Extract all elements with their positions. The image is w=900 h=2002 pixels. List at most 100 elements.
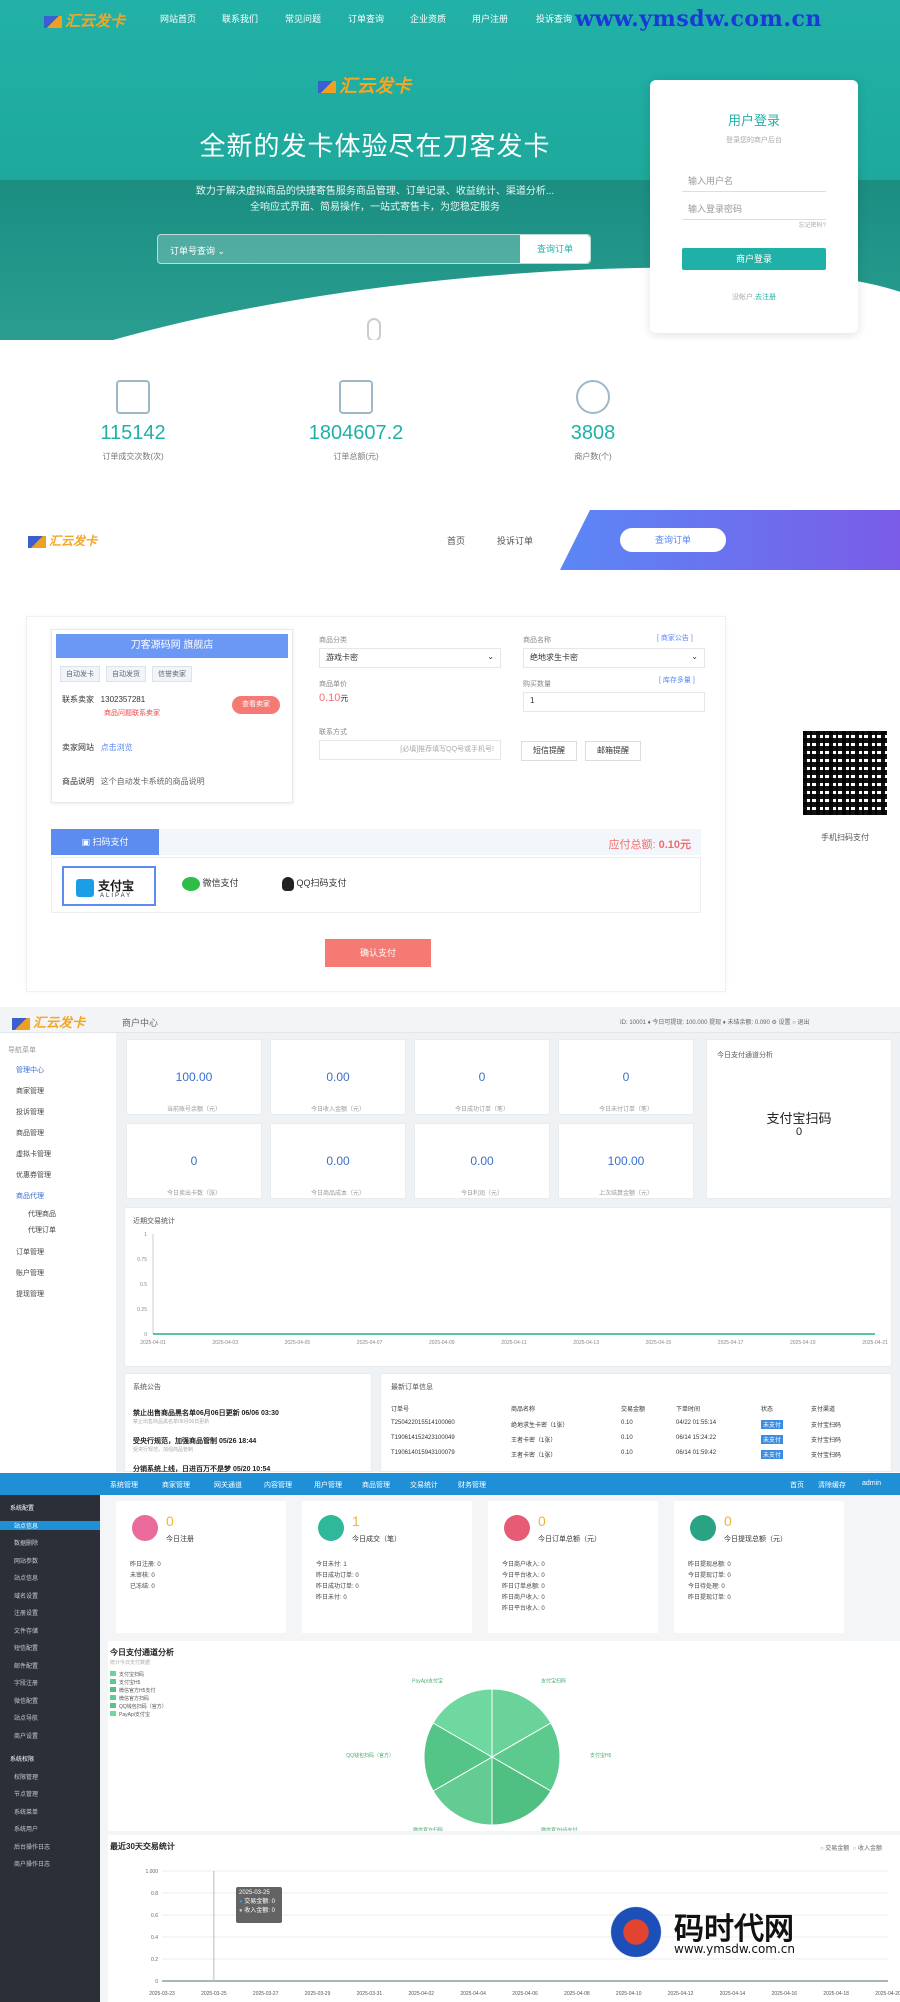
shop-nav-complain[interactable]: 投诉订单 <box>497 534 533 547</box>
contact-method-input[interactable]: [必填]推荐填写QQ号或手机号! <box>319 740 501 760</box>
menu-complaint[interactable]: 投诉管理 <box>16 1107 44 1117</box>
menu-coupons[interactable]: 优惠券管理 <box>16 1170 51 1180</box>
sidebar-item[interactable]: 短信配置 <box>14 1643 38 1652</box>
merchant-login-button[interactable]: 商户登录 <box>682 248 826 270</box>
menu-shop[interactable]: 商家管理 <box>16 1086 44 1096</box>
admin-menu-system[interactable]: 系统管理 <box>110 1480 138 1490</box>
sidebar-item[interactable]: 权限管理 <box>14 1772 38 1781</box>
admin-menu-finance[interactable]: 财务管理 <box>458 1480 486 1490</box>
menu-agency-goods[interactable]: 代理商品 <box>28 1209 56 1219</box>
nav-faq[interactable]: 常见问题 <box>285 12 321 25</box>
menu-agency-orders[interactable]: 代理订单 <box>28 1225 56 1235</box>
quantity-input[interactable]: 1 <box>523 692 705 712</box>
register-link[interactable]: 去注册 <box>755 294 776 301</box>
admin-menu-gateway[interactable]: 网关通道 <box>214 1480 242 1490</box>
menu-orders[interactable]: 订单管理 <box>16 1247 44 1257</box>
username-input[interactable]: 输入用户名 <box>682 170 826 192</box>
merchant-center: 汇云发卡 商户中心 ID: 10001 ♦ 今日可提现: 100.000 提现 … <box>0 1007 900 1472</box>
sidebar-item[interactable]: 后台操作日志 <box>14 1842 50 1851</box>
nav-qualification[interactable]: 企业资质 <box>410 12 446 25</box>
wechat-option[interactable]: 微信支付 <box>182 876 239 891</box>
query-order-button[interactable]: 查询订单 <box>520 235 590 263</box>
admin-menu-stats[interactable]: 交易统计 <box>410 1480 438 1490</box>
merchant-header-info: ID: 10001 ♦ 今日可提现: 100.000 提现 ♦ 未结余额: 0.… <box>620 1020 810 1026</box>
sidebar-item[interactable]: 系统用户 <box>14 1824 38 1833</box>
x-tick-label: 2025-04-01 <box>140 1340 166 1346</box>
x-tick-label: 2025-04-07 <box>357 1340 383 1346</box>
nav-complaint[interactable]: 投诉查询 <box>536 12 572 25</box>
menu-account[interactable]: 账户管理 <box>16 1268 44 1278</box>
forgot-password-link[interactable]: 忘记密码? <box>799 220 826 229</box>
nav-order-query[interactable]: 订单查询 <box>348 12 384 25</box>
notice-item[interactable]: 禁止出售商品黑名单06月06日更新 06/06 03:30 <box>133 1408 279 1418</box>
nav-home[interactable]: 网站首页 <box>160 12 196 25</box>
admin-user-menu[interactable]: admin <box>862 1480 881 1487</box>
admin-home-link[interactable]: 首页 <box>790 1480 804 1490</box>
shop-nav-home[interactable]: 首页 <box>447 534 465 547</box>
sidebar-item[interactable]: 系统菜单 <box>14 1807 38 1816</box>
admin-menu-content[interactable]: 内容管理 <box>264 1480 292 1490</box>
sidebar-group[interactable]: 系统配置 <box>10 1503 34 1512</box>
qq-option[interactable]: QQ扫码支付 <box>282 876 347 891</box>
price-value: 0.10元 <box>319 692 349 704</box>
sidebar-item[interactable]: 数据删除 <box>14 1538 38 1547</box>
shop-query-order-button[interactable]: 查询订单 <box>620 528 726 552</box>
menu-dashboard[interactable]: 管理中心 <box>16 1065 44 1075</box>
admin-menu-goods[interactable]: 商品管理 <box>362 1480 390 1490</box>
merchant-logo[interactable]: 汇云发卡 <box>12 1012 85 1031</box>
sidebar-item[interactable]: 字段注册 <box>14 1678 38 1687</box>
product-select[interactable]: 绝地求生卡密 ⌄ <box>523 648 705 668</box>
payment-methods: 支付宝 ALIPAY 微信支付 QQ扫码支付 <box>51 857 701 913</box>
table-cell: 绝地求生卡密（1张） <box>511 1423 569 1429</box>
sidebar-item[interactable]: 网站参数 <box>14 1556 38 1565</box>
sidebar-item[interactable]: 站点导航 <box>14 1713 38 1722</box>
sidebar-item[interactable]: 站点信息 <box>14 1573 38 1582</box>
email-reminder-button[interactable]: 邮箱提醒 <box>585 741 641 761</box>
sidebar-item[interactable]: 节点管理 <box>14 1789 38 1798</box>
users-icon <box>576 380 610 414</box>
search-type-select[interactable]: 订单号查询 ⌄ <box>170 244 225 257</box>
password-input[interactable]: 输入登录密码 <box>682 198 826 220</box>
notice-item[interactable]: 分销系统上线，日进百万不是梦 05/20 10:54 <box>133 1464 270 1472</box>
mobile-pay-qr-code <box>803 731 887 815</box>
stat-line: 昨日成功订单: 0 <box>316 1573 359 1579</box>
confirm-pay-button[interactable]: 确认支付 <box>325 939 431 967</box>
admin-menu-merchant[interactable]: 商家管理 <box>162 1480 190 1490</box>
sidebar-item[interactable]: 站点信息 <box>0 1520 100 1530</box>
site-link[interactable]: 点击浏览 <box>101 743 133 752</box>
stat-title: 今日提现总额（元） <box>724 1536 787 1543</box>
shop-logo[interactable]: 汇云发卡 <box>28 532 97 549</box>
stat-icon <box>504 1515 530 1541</box>
notice-item[interactable]: 受央行规范，加强商品管制 05/26 18:44 <box>133 1436 256 1446</box>
category-select[interactable]: 游戏卡密 ⌄ <box>319 648 501 668</box>
menu-goods[interactable]: 商品管理 <box>16 1128 44 1138</box>
stat-orders: 115142 订单成交次数(次) <box>43 380 223 462</box>
menu-withdraw[interactable]: 提现管理 <box>16 1289 44 1299</box>
clear-cache-link[interactable]: 清除缓存 <box>818 1480 846 1490</box>
sidebar-item[interactable]: 邮件配置 <box>14 1661 38 1670</box>
tab-scan-pay[interactable]: ▣ 扫码支付 <box>51 829 159 855</box>
sidebar-item[interactable]: 注册设置 <box>14 1608 38 1617</box>
nav-contact[interactable]: 联系我们 <box>222 12 258 25</box>
sidebar-item[interactable]: 文件存储 <box>14 1626 38 1635</box>
stat-label: 订单总额(元) <box>333 452 379 461</box>
view-seller-button[interactable]: 查看卖家 <box>232 696 280 714</box>
y-tick-label: 0.5 <box>140 1282 147 1288</box>
admin-menu-users[interactable]: 用户管理 <box>314 1480 342 1490</box>
legend-swatch <box>110 1711 116 1716</box>
alipay-option[interactable]: 支付宝 ALIPAY <box>62 866 156 906</box>
sidebar-item[interactable]: 微信配置 <box>14 1696 38 1705</box>
nav-register[interactable]: 用户注册 <box>472 12 508 25</box>
sidebar-item[interactable]: 域名设置 <box>14 1591 38 1600</box>
sidebar-group[interactable]: 系统权限 <box>10 1754 34 1763</box>
sidebar-item[interactable]: 商户设置 <box>14 1731 38 1740</box>
menu-agency[interactable]: 商品代理 <box>16 1191 44 1201</box>
sidebar-item[interactable]: 商户操作日志 <box>14 1859 50 1868</box>
sms-reminder-button[interactable]: 短信提醒 <box>521 741 577 761</box>
legend-swatch <box>110 1679 116 1684</box>
chevron-down-icon: ⌄ <box>217 246 226 256</box>
shop-name: 刀客源码网 旗舰店 <box>56 634 288 658</box>
menu-cards[interactable]: 虚拟卡管理 <box>16 1149 51 1159</box>
y-tick-label: 1.000 <box>145 1869 158 1875</box>
stat-icon <box>318 1515 344 1541</box>
